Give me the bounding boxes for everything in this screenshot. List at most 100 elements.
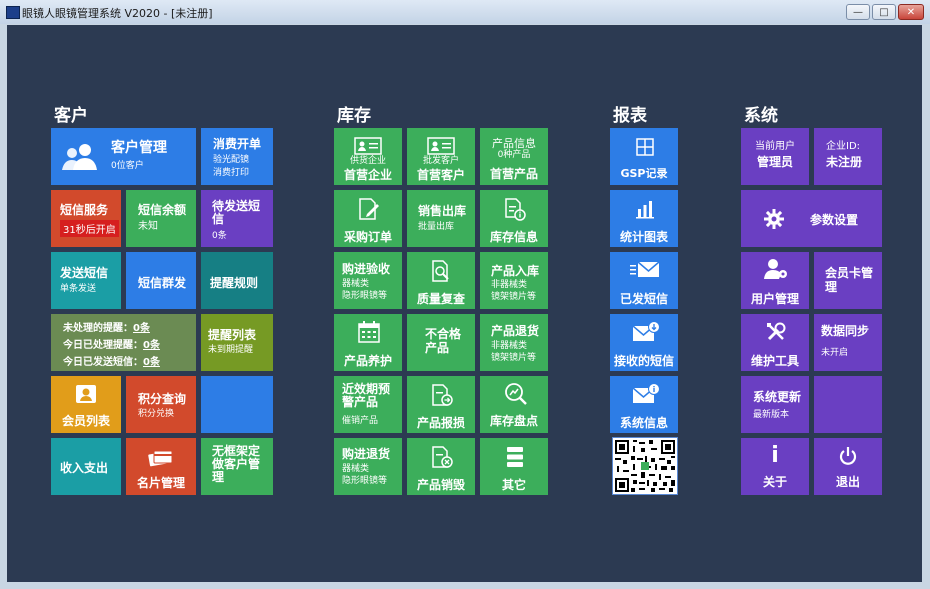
tile-first-product[interactable]: 产品信息 0种产品 首营产品 [480, 128, 548, 185]
search-chart-icon [505, 383, 527, 405]
tile-title: 短信服务 [60, 203, 109, 217]
tile-title: 待发送短信 [212, 199, 261, 226]
tile-subtitle: 验光配镜 [213, 155, 250, 165]
tile-company-id[interactable]: 企业ID: 未注册 [814, 128, 882, 185]
qr-code-image [613, 438, 677, 494]
tile-reminder-rules[interactable]: 提醒规则 [201, 252, 273, 309]
tile-purchase-order[interactable]: 采购订单 [334, 190, 402, 247]
tile-subtitle: 单条发送 [60, 284, 97, 294]
section-title-inventory: 库存 [337, 106, 371, 126]
title-bar: 眼镜人眼镜管理系统 V2020 - [未注册] — □ ✕ [0, 0, 930, 24]
tile-title: 产品入库 [491, 264, 540, 278]
tile-income-expense[interactable]: 收入支出 [51, 438, 121, 495]
tile-unqualified-product[interactable]: 不合格产品 [407, 314, 475, 371]
tile-customer-management[interactable]: 客户管理 0位客户 [51, 128, 196, 185]
tile-title: 产品销毁 [416, 478, 465, 492]
tile-member-list[interactable]: 会员列表 [51, 376, 121, 433]
tile-title: 客户管理 [111, 140, 167, 156]
tile-pending-sms[interactable]: 待发送短信 0条 [201, 190, 273, 247]
reminder-today-processed: 今日已处理提醒：0条 [63, 336, 160, 351]
tile-title: 系统信息 [619, 416, 668, 430]
tile-sms-service[interactable]: 短信服务 31秒后开启 [51, 190, 121, 247]
tile-received-sms[interactable]: 接收的短信 [610, 314, 678, 371]
tile-subtitle: 隐形眼镜等 [342, 476, 388, 486]
power-icon [839, 447, 857, 465]
tile-sent-sms[interactable]: 已发短信 [610, 252, 678, 309]
tile-first-customer[interactable]: 批发客户 首营客户 [407, 128, 475, 185]
bar-chart-icon [636, 201, 654, 219]
tile-sms-balance[interactable]: 短信余额 未知 [126, 190, 196, 247]
tile-title: 销售出库 [418, 204, 467, 218]
tile-card-management[interactable]: 名片管理 [126, 438, 196, 495]
tile-title: 关于 [762, 475, 787, 489]
tile-points-query[interactable]: 积分查询 积分兑换 [126, 376, 196, 433]
reminder-value[interactable]: 0条 [133, 323, 150, 334]
tile-near-expiry[interactable]: 近效期预警产品 催销产品 [334, 376, 402, 433]
maximize-button[interactable]: □ [872, 4, 896, 20]
tile-parameter-settings[interactable]: 参数设置 [741, 190, 882, 247]
reminder-value[interactable]: 0条 [143, 357, 160, 368]
tile-quality-recheck[interactable]: 质量复查 [407, 252, 475, 309]
document-export-icon [432, 384, 453, 406]
tile-system-message[interactable]: 系统信息 [610, 376, 678, 433]
document-remove-icon [432, 446, 453, 468]
tile-subtitle: 镜架镜片等 [491, 292, 537, 302]
tile-product-return[interactable]: 产品退货 非器械类 镜架镜片等 [480, 314, 548, 371]
tile-reminders-summary[interactable]: 未处理的提醒：0条 今日已处理提醒：0条 今日已发送短信：0条 [51, 314, 196, 371]
tile-report-loss[interactable]: 产品报损 [407, 376, 475, 433]
tile-maintenance-tools[interactable]: 维护工具 [741, 314, 809, 371]
tile-system-update[interactable]: 系统更新 最新版本 [741, 376, 809, 433]
tile-title: 已发短信 [619, 292, 668, 306]
tile-purchase-return[interactable]: 购进退货 器械类 隐形眼镜等 [334, 438, 402, 495]
document-info-icon [505, 198, 526, 221]
tile-title: 用户管理 [750, 292, 799, 306]
tile-label: 当前用户 [755, 141, 795, 152]
tile-first-supplier[interactable]: 供货企业 首营企业 [334, 128, 402, 185]
tile-about[interactable]: i 关于 [741, 438, 809, 495]
section-title-reports: 报表 [613, 106, 647, 126]
minimize-button[interactable]: — [846, 4, 870, 20]
tile-title: 积分查询 [138, 392, 187, 406]
tile-current-user[interactable]: 当前用户 管理员 [741, 128, 809, 185]
tile-title: 名片管理 [136, 476, 185, 490]
reminder-value[interactable]: 0条 [143, 340, 160, 351]
tile-frameless-custom[interactable]: 无框架定做客户管理 [201, 438, 273, 495]
tile-title: 统计图表 [619, 230, 668, 244]
tile-exit[interactable]: 退出 [814, 438, 882, 495]
tile-consume-order[interactable]: 消费开单 验光配镜 消费打印 [201, 128, 273, 185]
tile-empty[interactable] [201, 376, 273, 433]
tile-stock-info[interactable]: 库存信息 [480, 190, 548, 247]
tile-title: 会员列表 [61, 414, 110, 428]
tile-subtitle: 0种产品 [497, 150, 531, 160]
tile-sales-out[interactable]: 销售出库 批量出库 [407, 190, 475, 247]
mail-send-icon [630, 261, 660, 277]
tile-subtitle: 未知 [138, 221, 158, 232]
reminder-label: 未处理的提醒： [63, 323, 133, 334]
tile-sms-group[interactable]: 短信群发 [126, 252, 196, 309]
tile-reminder-list[interactable]: 提醒列表 未到期提醒 [201, 314, 273, 371]
close-button[interactable]: ✕ [898, 4, 924, 20]
document-search-icon [432, 260, 449, 282]
tile-gsp-records[interactable]: GSP记录 [610, 128, 678, 185]
tile-purchase-receive[interactable]: 购进验收 器械类 隐形眼镜等 [334, 252, 402, 309]
tile-empty-system[interactable] [814, 376, 882, 433]
tile-product-destroy[interactable]: 产品销毁 [407, 438, 475, 495]
tile-other[interactable]: 其它 [480, 438, 548, 495]
tile-product-in[interactable]: 产品入库 非器械类 镜架镜片等 [480, 252, 548, 309]
tile-member-card-management[interactable]: 会员卡管理 [814, 252, 882, 309]
tile-title: 质量复查 [416, 292, 465, 306]
tile-subtitle: 隐形眼镜等 [342, 291, 388, 301]
tile-title: 系统更新 [753, 390, 802, 404]
tile-product-maintain[interactable]: 产品养护 [334, 314, 402, 371]
tile-statistics-chart[interactable]: 统计图表 [610, 190, 678, 247]
reminder-unprocessed: 未处理的提醒：0条 [63, 319, 150, 334]
reminder-label: 今日已发送短信： [63, 357, 143, 368]
tile-user-management[interactable]: 用户管理 [741, 252, 809, 309]
tile-stocktake[interactable]: 库存盘点 [480, 376, 548, 433]
tile-data-sync[interactable]: 数据同步 未开启 [814, 314, 882, 371]
contact-card-icon [76, 385, 96, 403]
tile-send-sms[interactable]: 发送短信 单条发送 [51, 252, 121, 309]
user-gear-icon [764, 259, 787, 279]
window-title: 眼镜人眼镜管理系统 V2020 - [未注册] [22, 7, 213, 20]
tile-title: 短信群发 [138, 276, 187, 290]
